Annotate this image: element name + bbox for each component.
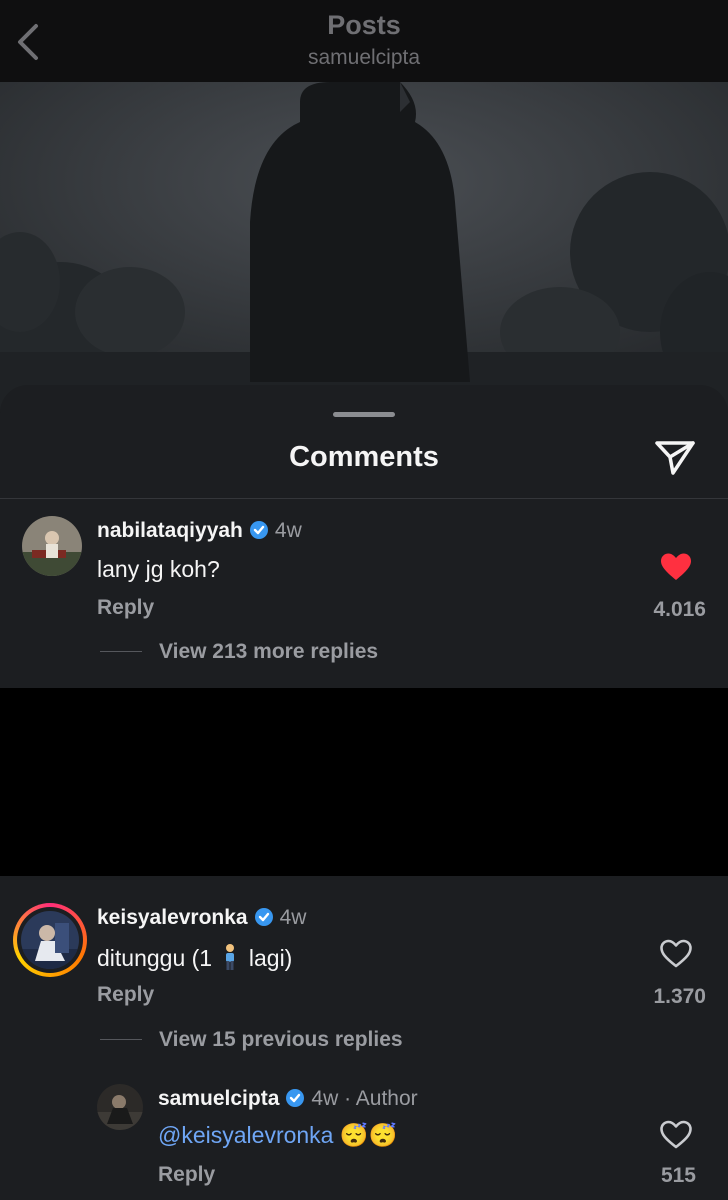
like-button[interactable] — [659, 552, 693, 582]
avatar-image — [97, 1084, 143, 1130]
like-count: 515 — [660, 1164, 696, 1187]
avatar[interactable] — [22, 516, 82, 576]
sheet-grabber-handle[interactable] — [333, 412, 395, 417]
avatar-image — [22, 516, 82, 576]
like-count: 4.016 — [653, 598, 706, 621]
view-more-replies-button[interactable]: View 213 more replies — [159, 640, 378, 664]
divider-line — [100, 651, 142, 652]
verified-badge-icon — [254, 908, 273, 926]
heart-filled-icon — [661, 553, 691, 580]
comment-text-end: lagi) — [248, 945, 293, 971]
verified-badge-icon — [286, 1089, 305, 1107]
like-count: 1.370 — [653, 985, 706, 1008]
heart-outline-icon — [660, 939, 692, 968]
view-previous-replies-button[interactable]: View 15 previous replies — [159, 1028, 403, 1052]
reply-button[interactable]: Reply — [97, 983, 154, 1007]
comments-list-lower: keisyalevronka 4w ditunggu (1 lagi) Reply… — [0, 876, 728, 1200]
divider-line — [100, 1039, 142, 1040]
standing-person-icon — [226, 944, 235, 970]
avatar-story-ring[interactable] — [13, 903, 87, 977]
comment-text-start: ditunggu (1 — [97, 945, 213, 971]
reply-button[interactable]: Reply — [158, 1163, 215, 1187]
comment-text: lany jg koh? — [97, 556, 220, 582]
like-button[interactable] — [659, 939, 693, 969]
divider — [0, 498, 728, 499]
like-button[interactable] — [659, 1120, 693, 1150]
reply-text: @keisyalevronka 😴😴 — [158, 1122, 397, 1149]
page-title: Posts — [327, 10, 401, 40]
avatar[interactable] — [97, 1084, 143, 1130]
post-photo — [0, 82, 728, 412]
author-label: · Author — [344, 1087, 418, 1110]
comment-text: ditunggu (1 lagi) — [97, 943, 292, 972]
share-button[interactable] — [653, 437, 697, 477]
comment-time: 4w — [279, 906, 307, 929]
blank-area — [0, 688, 728, 876]
reply-emoji: 😴😴 — [339, 1122, 398, 1148]
sheet-title: Comments — [289, 441, 439, 473]
avatar-image — [21, 911, 79, 969]
page-subtitle: samuelcipta — [307, 46, 421, 69]
username-text: nabilataqiyyah — [97, 519, 243, 542]
username-text: samuelcipta — [158, 1087, 280, 1110]
top-nav-bar: Posts samuelcipta — [0, 0, 728, 82]
comment-time: 4w — [274, 519, 302, 542]
reply-button[interactable]: Reply — [97, 596, 154, 620]
reply-username[interactable]: samuelcipta 4w · Author — [158, 1087, 418, 1111]
username-text: keisyalevronka — [97, 906, 248, 929]
verified-badge-icon — [249, 521, 268, 539]
comments-sheet: Comments nabilataqiyyah 4w lany jg koh? R… — [0, 385, 728, 688]
comment-username[interactable]: nabilataqiyyah 4w — [97, 519, 302, 543]
mention-link[interactable]: @keisyalevronka — [158, 1122, 333, 1148]
heart-outline-icon — [660, 1120, 692, 1149]
post-photo-image — [0, 82, 728, 412]
comment-username[interactable]: keisyalevronka 4w — [97, 906, 306, 930]
paper-plane-icon — [655, 441, 695, 475]
reply-time: 4w — [311, 1087, 339, 1110]
